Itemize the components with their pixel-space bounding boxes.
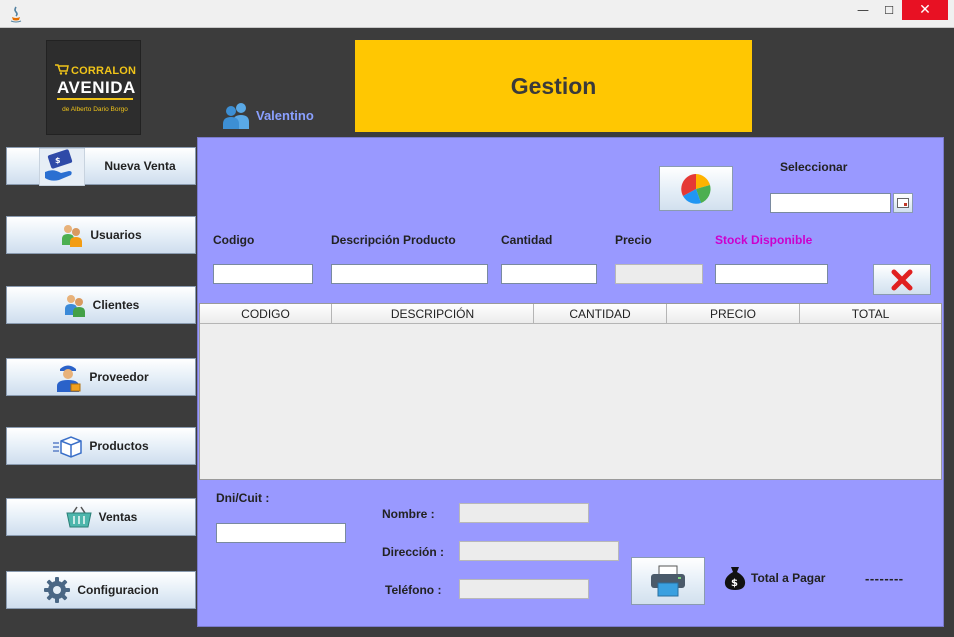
page-title: Gestion bbox=[510, 72, 597, 99]
codigo-input[interactable] bbox=[213, 264, 313, 284]
dni-input[interactable] bbox=[216, 523, 346, 543]
total-value: -------- bbox=[865, 571, 904, 586]
chart-button[interactable] bbox=[659, 166, 733, 211]
java-icon bbox=[10, 6, 22, 23]
descripcion-label: Descripción Producto bbox=[331, 233, 456, 247]
sidebar-item-label: Configuracion bbox=[77, 583, 159, 597]
total-label: Total a Pagar bbox=[751, 571, 826, 585]
gear-icon bbox=[44, 577, 71, 603]
direccion-label: Dirección : bbox=[382, 545, 445, 559]
sidebar-item-nueva-venta[interactable]: $ Nueva Venta bbox=[6, 147, 196, 186]
sidebar-item-clientes[interactable]: Clientes bbox=[6, 286, 196, 324]
pie-chart-icon bbox=[681, 173, 711, 204]
company-logo: CORRALON AVENIDA de Alberto Dario Borgo bbox=[46, 40, 141, 135]
user-group-icon bbox=[223, 103, 249, 129]
direccion-input bbox=[459, 541, 619, 561]
cart-logo-icon bbox=[55, 64, 69, 75]
sidebar-item-label: Clientes bbox=[92, 298, 140, 312]
users-icon bbox=[62, 225, 83, 247]
cantidad-label: Cantidad bbox=[501, 233, 553, 247]
box-icon bbox=[53, 436, 83, 458]
column-header-cantidad[interactable]: CANTIDAD bbox=[534, 304, 667, 323]
clients-icon bbox=[64, 295, 85, 317]
maximize-button[interactable]: ☐ bbox=[876, 0, 902, 20]
supplier-icon bbox=[57, 365, 81, 392]
sidebar-item-label: Usuarios bbox=[90, 228, 142, 242]
sidebar-item-label: Ventas bbox=[98, 510, 138, 524]
nombre-input bbox=[459, 503, 589, 523]
sidebar-item-label: Productos bbox=[89, 439, 149, 453]
logged-user-name: Valentino bbox=[256, 108, 314, 123]
column-header-total[interactable]: TOTAL bbox=[800, 304, 941, 323]
close-window-button[interactable]: ✕ bbox=[902, 0, 948, 20]
codigo-label: Codigo bbox=[213, 233, 255, 247]
telefono-input bbox=[459, 579, 589, 599]
dni-label: Dni/Cuit : bbox=[216, 491, 270, 505]
sidebar-item-ventas[interactable]: Ventas bbox=[6, 498, 196, 536]
svg-text:$: $ bbox=[55, 156, 61, 165]
column-header-descripcion[interactable]: DESCRIPCIÓN bbox=[332, 304, 534, 323]
sidebar-item-productos[interactable]: Productos bbox=[6, 427, 196, 465]
basket-icon bbox=[66, 506, 92, 528]
sale-hand-icon: $ bbox=[39, 148, 85, 186]
sidebar-item-configuracion[interactable]: Configuracion bbox=[6, 571, 196, 609]
logo-underline bbox=[57, 98, 133, 100]
calendar-button[interactable] bbox=[893, 193, 913, 213]
nombre-label: Nombre : bbox=[382, 507, 435, 521]
stock-input[interactable] bbox=[715, 264, 828, 284]
sale-items-table[interactable]: CODIGO DESCRIPCIÓN CANTIDAD PRECIO TOTAL bbox=[199, 303, 942, 480]
close-red-x-icon bbox=[891, 269, 913, 290]
select-date-input[interactable] bbox=[770, 193, 891, 213]
sidebar-item-label: Nueva Venta bbox=[104, 159, 176, 173]
telefono-label: Teléfono : bbox=[385, 583, 442, 597]
column-header-codigo[interactable]: CODIGO bbox=[200, 304, 332, 323]
calendar-icon bbox=[897, 198, 909, 208]
cantidad-input[interactable] bbox=[501, 264, 597, 284]
logo-subtitle: de Alberto Dario Borgo bbox=[62, 106, 128, 113]
stock-label: Stock Disponible bbox=[715, 233, 813, 247]
precio-input bbox=[615, 264, 703, 284]
header-banner: Gestion bbox=[355, 40, 752, 132]
logo-text-avenida: AVENIDA bbox=[57, 78, 136, 97]
table-header: CODIGO DESCRIPCIÓN CANTIDAD PRECIO TOTAL bbox=[200, 304, 941, 324]
select-label: Seleccionar bbox=[780, 160, 848, 174]
delete-button[interactable] bbox=[873, 264, 931, 295]
descripcion-input[interactable] bbox=[331, 264, 488, 284]
precio-label: Precio bbox=[615, 233, 652, 247]
print-button[interactable] bbox=[631, 557, 705, 605]
minimize-button[interactable]: — bbox=[850, 0, 876, 20]
printer-icon bbox=[651, 565, 685, 597]
sidebar-item-label: Proveedor bbox=[89, 370, 149, 384]
svg-text:$: $ bbox=[731, 578, 738, 589]
column-header-precio[interactable]: PRECIO bbox=[667, 304, 800, 323]
sidebar-item-usuarios[interactable]: Usuarios bbox=[6, 216, 196, 254]
sidebar-item-proveedor[interactable]: Proveedor bbox=[6, 358, 196, 396]
window-titlebar: — ☐ ✕ bbox=[0, 0, 954, 28]
money-bag-icon: $ bbox=[724, 567, 746, 590]
logo-text-corralon: CORRALON bbox=[71, 65, 137, 77]
